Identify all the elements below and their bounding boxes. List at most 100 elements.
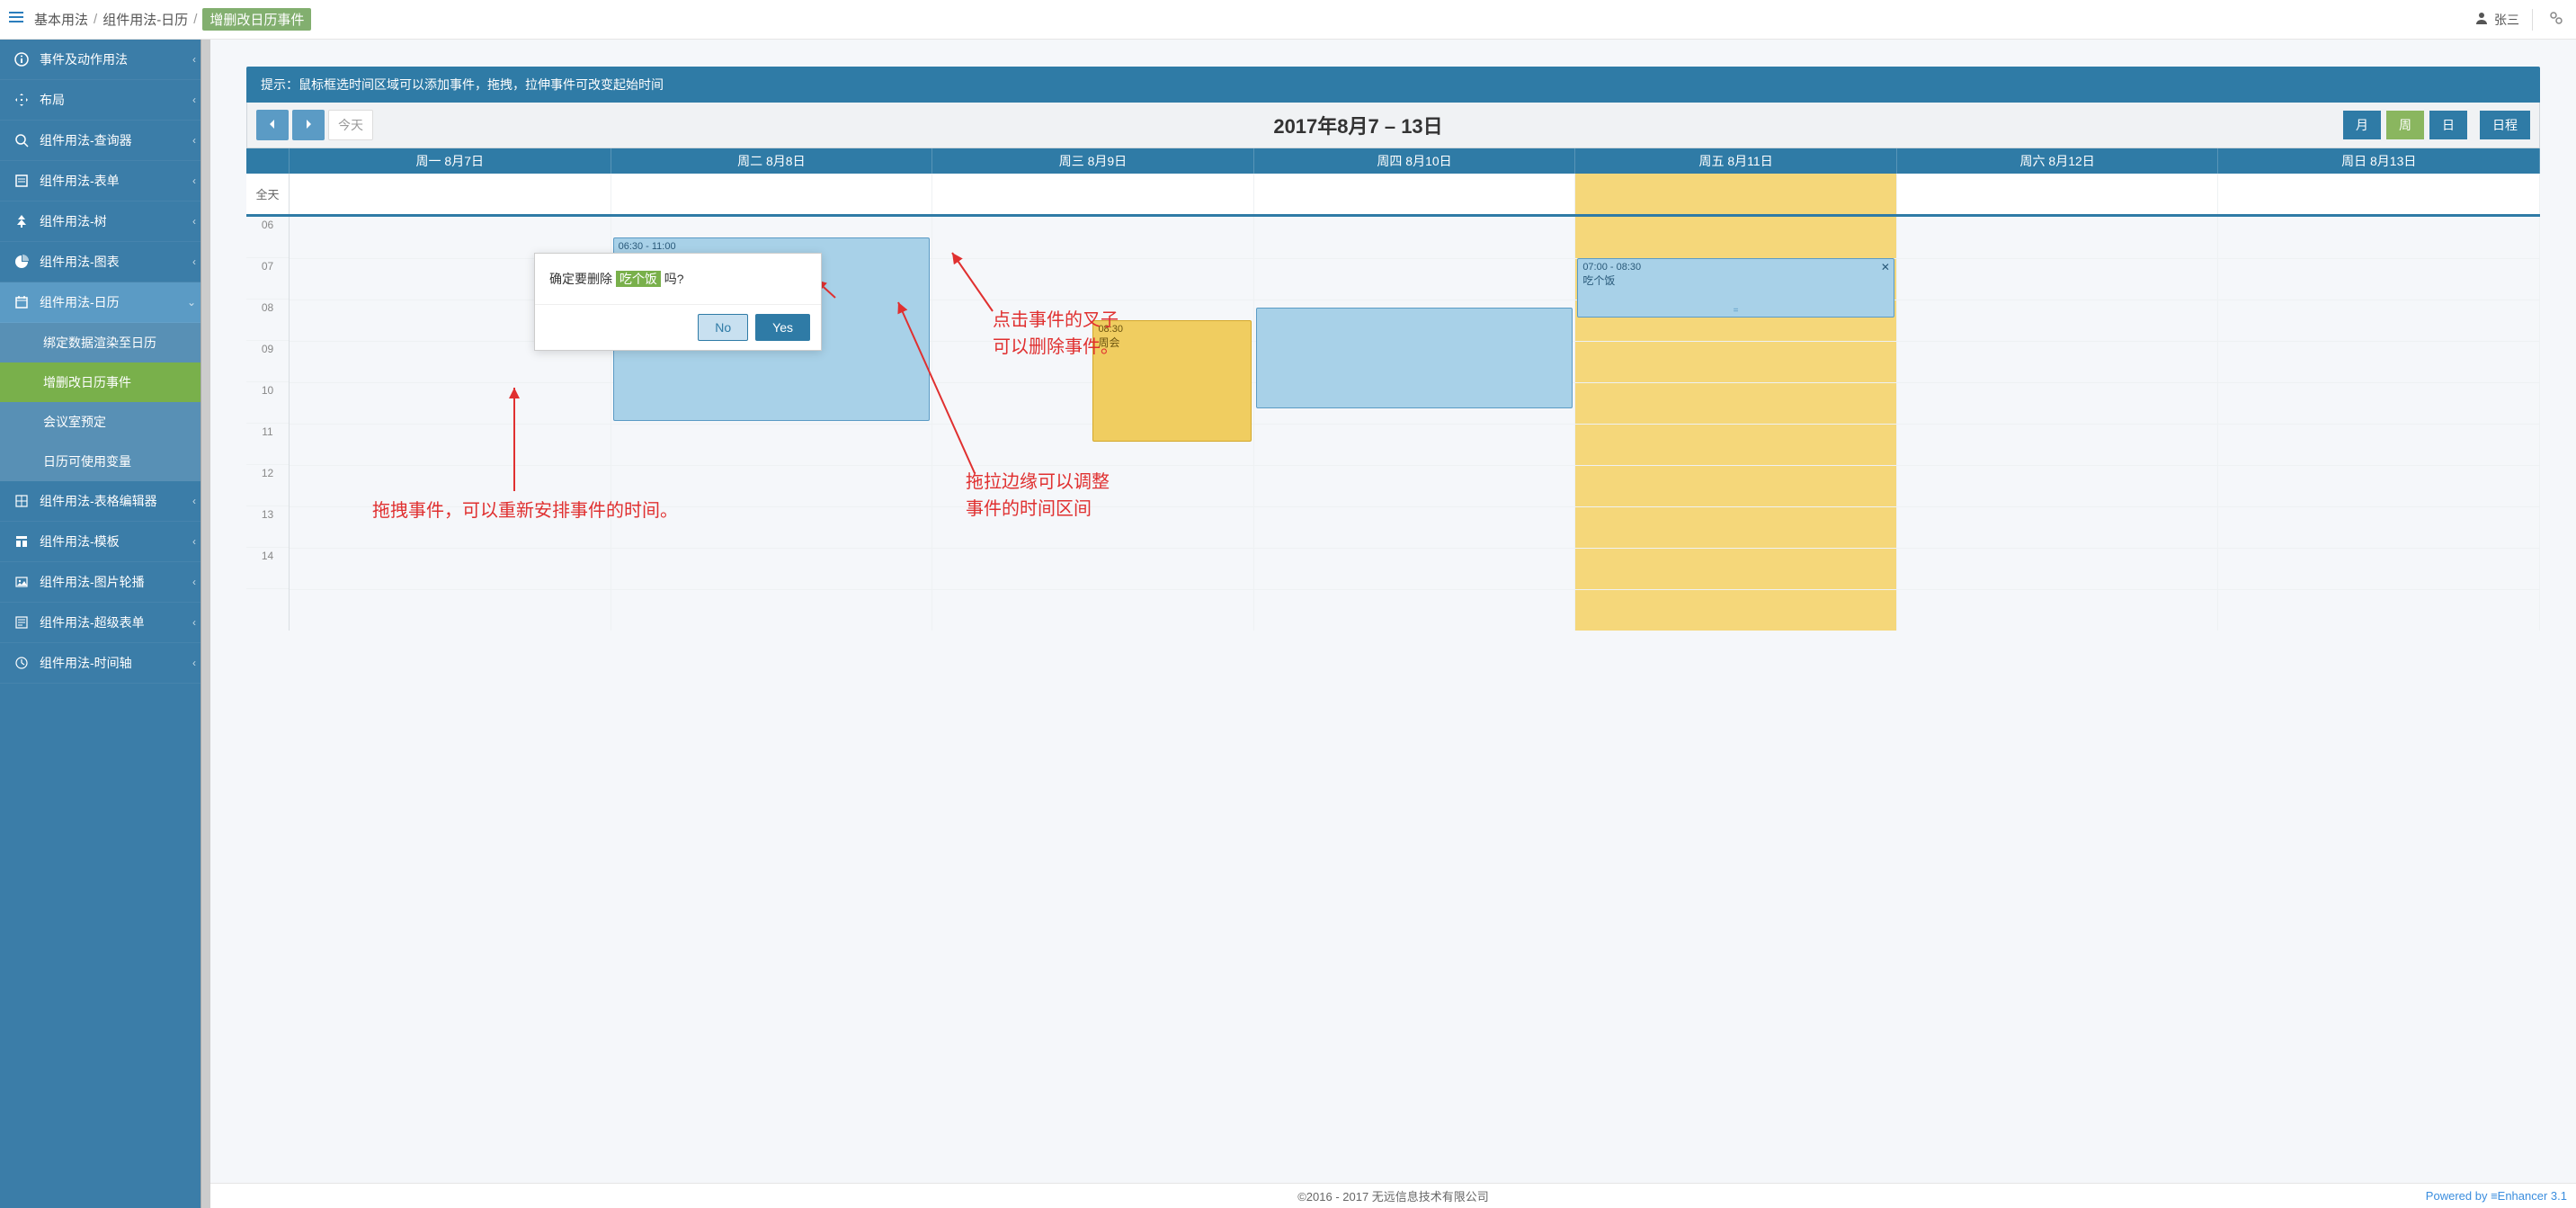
sidebar-item[interactable]: 组件用法-树 ‹ [0,201,210,242]
sidebar-item[interactable]: 组件用法-表格编辑器‹ [0,481,210,522]
chevron-left-icon: ‹ [192,255,196,268]
sidebar-item-label: 组件用法-表单 [40,172,120,190]
time-slot-label: 14 [246,548,289,589]
day-header: 周六 8月12日 [1897,148,2219,174]
chevron-left-icon: ‹ [192,616,196,629]
chevron-left-icon: ‹ [192,94,196,106]
copyright: ©2016 - 2017 无远信息技术有限公司 [1297,1187,1489,1204]
chevron-left-icon: ‹ [192,53,196,66]
main-content: 提示：鼠标框选时间区域可以添加事件，拖拽，拉伸事件可改变起始时间 今天 2017… [210,40,2576,1208]
view-week-button[interactable]: 周 [2386,111,2424,139]
allday-row: 全天 [246,174,2540,217]
user-menu[interactable]: 张三 [2474,11,2519,29]
view-day-button[interactable]: 日 [2429,111,2467,139]
event-time: 08:30 [1098,324,1245,335]
allday-cell[interactable] [2218,174,2540,214]
sidebar-item[interactable]: 组件用法-时间轴‹ [0,643,210,684]
allday-cell[interactable] [1897,174,2219,214]
sidebar-item[interactable]: 组件用法-超级表单‹ [0,603,210,643]
sidebar-item-label: 布局 [40,91,65,109]
chevron-left-icon: ‹ [192,495,196,507]
prev-button[interactable] [256,110,289,140]
sidebar-subitem[interactable]: 日历可使用变量 [0,442,210,481]
grid-line [2218,341,2539,342]
sidebar-item-label: 组件用法-时间轴 [40,654,132,672]
allday-label: 全天 [246,174,290,214]
day-column[interactable] [1254,217,1576,631]
footer: ©2016 - 2017 无远信息技术有限公司 Powered by ≡Enha… [210,1183,2576,1208]
dialog-yes-button[interactable]: Yes [755,314,810,341]
grid-line [611,465,932,466]
calendar-event[interactable]: 08:30周会 [1092,320,1251,442]
sidebar-subitem[interactable]: 会议室预定 [0,402,210,442]
calendar-event[interactable]: 07:00 - 08:30吃个饭✕= [1577,258,1894,318]
grid-line [1575,589,1896,590]
day-header-row: 周一 8月7日周二 8月8日周三 8月9日周四 8月10日周五 8月11日周六 … [246,148,2540,174]
dialog-no-button[interactable]: No [698,314,748,341]
hint-bar: 提示：鼠标框选时间区域可以添加事件，拖拽，拉伸事件可改变起始时间 [246,67,2540,103]
grid-line [1897,548,2218,549]
chevron-left-icon: ‹ [192,215,196,228]
sidebar-item[interactable]: 组件用法-表单‹ [0,161,210,201]
grid-line [1254,258,1575,259]
calendar-title: 2017年8月7 – 13日 [373,111,2343,139]
sidebar-item[interactable]: 组件用法-模板‹ [0,522,210,562]
allday-cell[interactable] [1254,174,1576,214]
today-button[interactable]: 今天 [328,110,373,140]
calendar-grid[interactable]: 060708091011121314 06:30 - 11:00GO!08:30… [246,217,2540,631]
sidebar-item[interactable]: 组件用法-图表 ‹ [0,242,210,282]
sidebar-item[interactable]: 组件用法-查询器‹ [0,121,210,161]
grid-line [1897,506,2218,507]
grid-line [1575,341,1896,342]
day-header: 周日 8月13日 [2218,148,2540,174]
header-corner [246,148,290,174]
sidebar-subitem[interactable]: 增删改日历事件 [0,362,210,402]
event-time: 06:30 - 11:00 [619,241,925,252]
event-resize-handle[interactable]: = [1734,306,1739,316]
grid-line [1897,341,2218,342]
grid-line [290,589,611,590]
view-month-button[interactable]: 月 [2343,111,2381,139]
settings-icon[interactable] [2545,7,2567,31]
day-column[interactable] [1897,217,2219,631]
allday-cell[interactable] [290,174,611,214]
sidebar-item-label: 组件用法-日历 [40,293,120,311]
sidebar-item-label: 组件用法-图表 [40,253,120,271]
grid-line [1575,382,1896,383]
menu-toggle-icon[interactable] [9,9,23,30]
search-icon [13,133,31,148]
allday-cell[interactable] [932,174,1254,214]
grid-line [1254,589,1575,590]
view-agenda-button[interactable]: 日程 [2480,111,2530,139]
grid-line [1254,506,1575,507]
sidebar-subitem[interactable]: 绑定数据渲染至日历 [0,323,210,362]
day-column[interactable]: 07:00 - 08:30吃个饭✕= [1575,217,1897,631]
image-icon [13,575,31,589]
next-button[interactable] [292,110,325,140]
topbar: 基本用法 / 组件用法-日历 / 增删改日历事件 张三 [0,0,2576,40]
sidebar-item[interactable]: 组件用法-图片轮播‹ [0,562,210,603]
day-column[interactable]: 08:30周会 [932,217,1254,631]
time-slot-label: 11 [246,424,289,465]
breadcrumb-item[interactable]: 基本用法 [34,10,88,29]
sidebar-item[interactable]: 事件及动作用法 ‹ [0,40,210,80]
grid-line [932,589,1253,590]
grid-line [2218,589,2539,590]
calendar-event[interactable] [1256,308,1573,408]
day-header: 周三 8月9日 [932,148,1254,174]
grid-line [2218,506,2539,507]
sidebar-item[interactable]: 组件用法-日历⌄ [0,282,210,323]
event-close-icon[interactable]: ✕ [1881,261,1890,273]
tree-icon [13,214,31,228]
powered-by: Powered by ≡Enhancer 3.1 [2426,1189,2567,1203]
allday-cell[interactable] [1575,174,1897,214]
grid-line [611,506,932,507]
day-column[interactable] [2218,217,2540,631]
breadcrumb-item[interactable]: 组件用法-日历 [103,10,188,29]
sidebar-item-label: 事件及动作用法 [40,50,128,68]
sidebar-item-label: 组件用法-树 [40,212,107,230]
allday-cell[interactable] [611,174,933,214]
time-axis: 060708091011121314 [246,217,290,631]
grid-line [932,506,1253,507]
sidebar-item[interactable]: 布局 ‹ [0,80,210,121]
